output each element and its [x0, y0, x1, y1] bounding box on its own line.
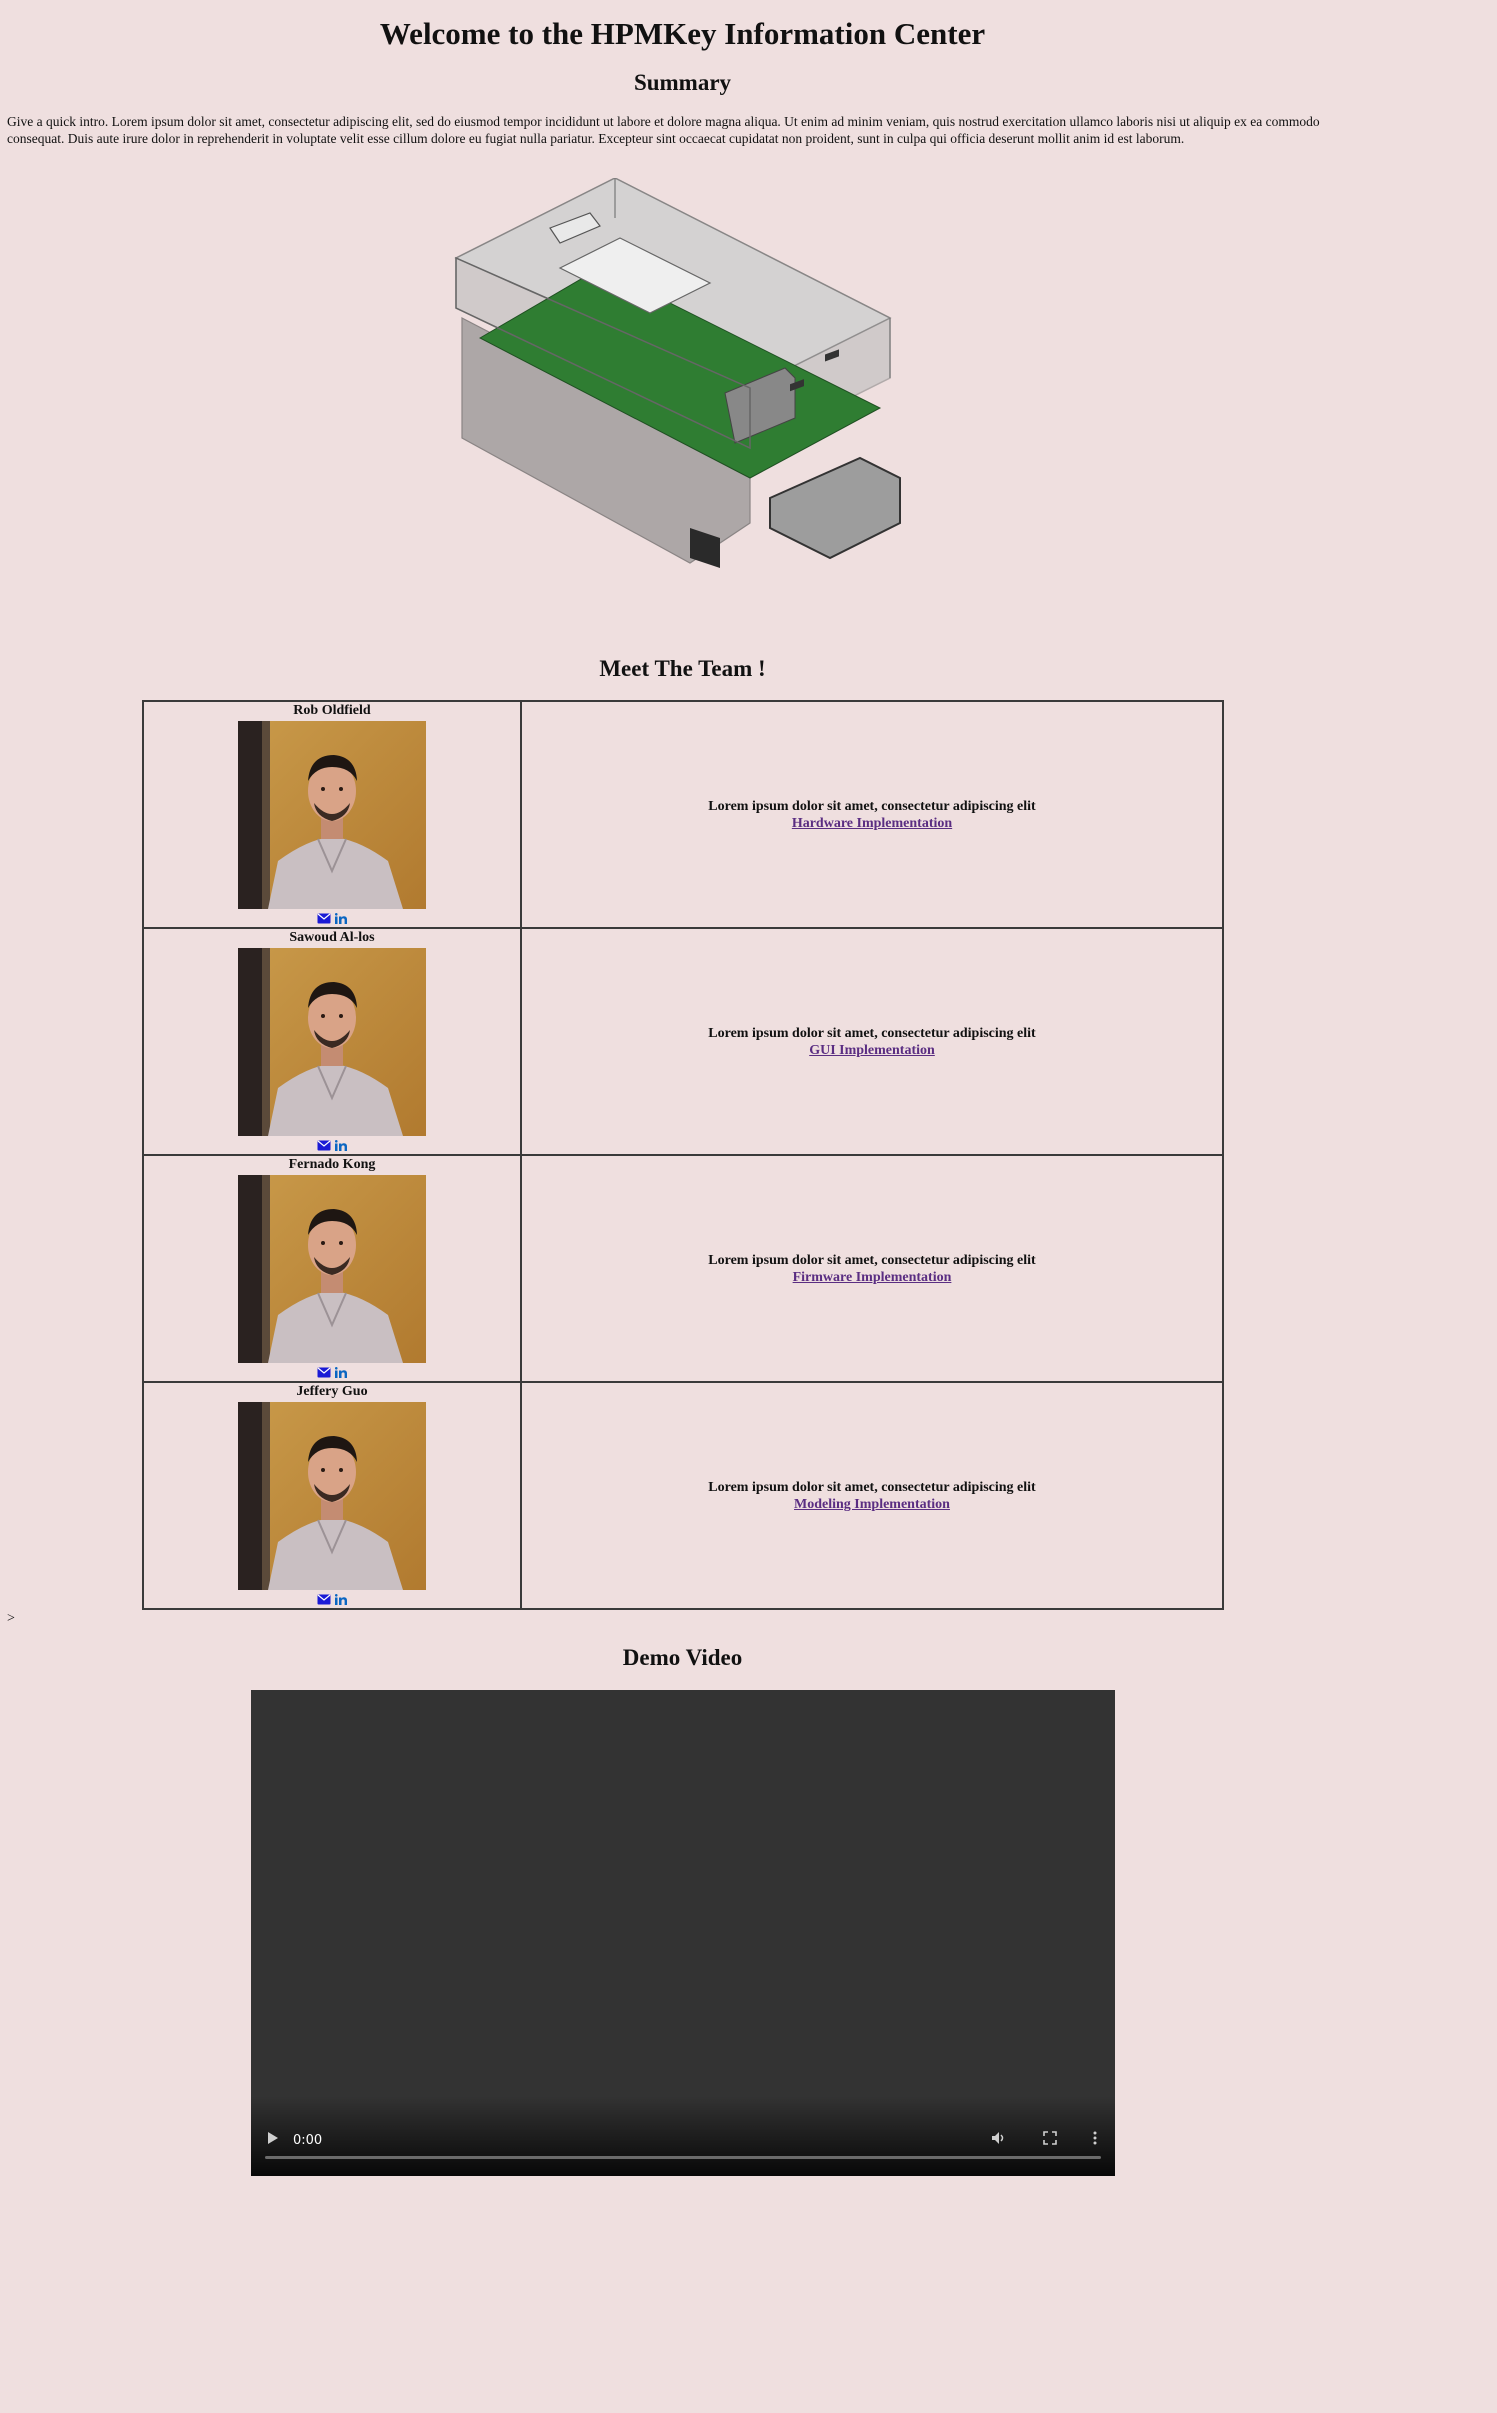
- social-links: [144, 913, 520, 927]
- device-3d-render: [454, 178, 901, 568]
- envelope-icon[interactable]: [317, 1592, 331, 1610]
- team-row: Fernado Kong Lorem ipsum dolor sit amet,…: [142, 1154, 1224, 1383]
- envelope-icon[interactable]: [317, 1138, 331, 1156]
- more-options-icon[interactable]: [1093, 2131, 1097, 2149]
- member-cell: Jeffery Guo: [142, 1381, 522, 1610]
- envelope-icon[interactable]: [317, 1365, 331, 1383]
- team-row: Jeffery Guo Lorem ipsum dolor sit amet, …: [142, 1381, 1224, 1610]
- social-links: [144, 1140, 520, 1154]
- member-cell: Rob Oldfield: [142, 700, 522, 929]
- member-role-link[interactable]: Firmware Implementation: [793, 1269, 952, 1286]
- linkedin-icon[interactable]: [334, 911, 347, 929]
- member-role-link[interactable]: GUI Implementation: [809, 1042, 935, 1059]
- member-description-cell: Lorem ipsum dolor sit amet, consectetur …: [520, 927, 1224, 1156]
- summary-heading: Summary: [633, 70, 732, 95]
- stray-character: >: [7, 1611, 15, 1626]
- fullscreen-icon[interactable]: [1043, 2131, 1057, 2149]
- video-controls: 0:00: [251, 2096, 1115, 2176]
- video-heading: Demo Video: [622, 1645, 743, 1670]
- social-links: [144, 1594, 520, 1608]
- team-row: Sawoud Al-los Lorem ipsum dolor sit amet…: [142, 927, 1224, 1156]
- member-description-cell: Lorem ipsum dolor sit amet, consectetur …: [520, 1154, 1224, 1383]
- linkedin-icon[interactable]: [334, 1592, 347, 1610]
- member-description-cell: Lorem ipsum dolor sit amet, consectetur …: [520, 700, 1224, 929]
- video-time: 0:00: [293, 2132, 323, 2148]
- member-description: Lorem ipsum dolor sit amet, consectetur …: [708, 1025, 1036, 1041]
- member-photo: [238, 948, 426, 1136]
- envelope-icon[interactable]: [317, 911, 331, 929]
- volume-icon[interactable]: [991, 2131, 1007, 2149]
- team-heading: Meet The Team !: [599, 656, 766, 681]
- member-description: Lorem ipsum dolor sit amet, consectetur …: [708, 1479, 1036, 1495]
- member-description: Lorem ipsum dolor sit amet, consectetur …: [708, 798, 1036, 814]
- linkedin-icon[interactable]: [334, 1138, 347, 1156]
- social-links: [144, 1367, 520, 1381]
- member-name: Jeffery Guo: [296, 1384, 368, 1399]
- team-table: Rob Oldfield Lorem ipsum dolor sit amet,…: [142, 700, 1224, 1610]
- member-name: Rob Oldfield: [293, 703, 371, 718]
- page-title: Welcome to the HPMKey Information Center: [379, 16, 986, 51]
- member-photo: [238, 721, 426, 909]
- member-role-link[interactable]: Modeling Implementation: [794, 1496, 950, 1513]
- member-name: Sawoud Al-los: [289, 930, 375, 945]
- member-photo: [238, 1175, 426, 1363]
- member-cell: Sawoud Al-los: [142, 927, 522, 1156]
- member-description-cell: Lorem ipsum dolor sit amet, consectetur …: [520, 1381, 1224, 1610]
- member-description: Lorem ipsum dolor sit amet, consectetur …: [708, 1252, 1036, 1268]
- member-cell: Fernado Kong: [142, 1154, 522, 1383]
- member-role-link[interactable]: Hardware Implementation: [792, 815, 952, 832]
- play-icon[interactable]: [267, 2131, 279, 2149]
- linkedin-icon[interactable]: [334, 1365, 347, 1383]
- member-photo: [238, 1402, 426, 1590]
- member-name: Fernado Kong: [288, 1157, 376, 1172]
- intro-paragraph: Give a quick intro. Lorem ipsum dolor si…: [7, 114, 1320, 146]
- demo-video-player[interactable]: 0:00: [251, 1690, 1115, 2176]
- team-row: Rob Oldfield Lorem ipsum dolor sit amet,…: [142, 700, 1224, 929]
- video-progress-bar[interactable]: [265, 2156, 1101, 2159]
